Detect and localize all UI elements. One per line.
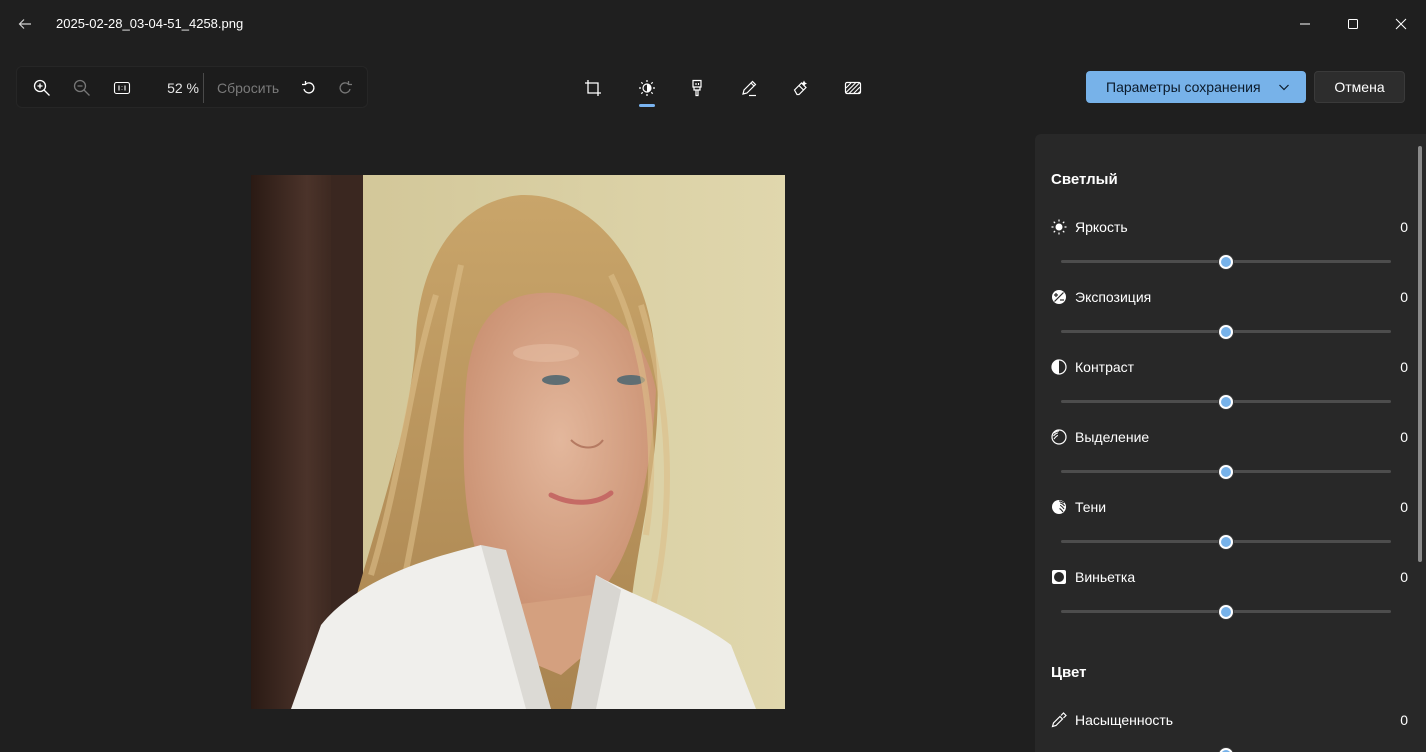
brightness-label: Яркость [1075, 219, 1128, 235]
vignette-value: 0 [1400, 569, 1408, 585]
minimize-button[interactable] [1282, 8, 1328, 40]
edited-photo [251, 175, 785, 709]
saturation-icon [1051, 712, 1067, 728]
undo-icon [302, 81, 315, 94]
save-options-button[interactable]: Параметры сохранения [1086, 71, 1306, 103]
maximize-button[interactable] [1330, 8, 1376, 40]
background-blur-icon [844, 81, 862, 95]
vignette-icon [1052, 570, 1066, 584]
active-tool-indicator [639, 104, 655, 107]
shadows-icon [1052, 500, 1066, 514]
filter-icon [692, 79, 702, 97]
zoom-out-button[interactable] [67, 74, 97, 102]
erase-tool[interactable] [783, 72, 819, 104]
brightness-icon [1051, 219, 1067, 235]
background-tool[interactable] [835, 72, 871, 104]
cancel-button[interactable]: Отмена [1314, 71, 1405, 103]
undo-button[interactable] [293, 74, 323, 102]
exposure-label: Экспозиция [1075, 289, 1152, 305]
shadows-value: 0 [1400, 499, 1408, 515]
saturation-value: 0 [1400, 712, 1408, 728]
adjust-brightness-icon [639, 80, 655, 96]
shadows-slider-thumb[interactable] [1218, 534, 1234, 550]
chevron-down-icon [1279, 84, 1289, 91]
photo-portrait-image [251, 175, 785, 709]
back-button[interactable] [10, 10, 40, 38]
saturation-label: Насыщенность [1075, 712, 1174, 728]
contrast-icon [1051, 359, 1067, 375]
adjust-tool[interactable] [629, 72, 665, 104]
contrast-value: 0 [1400, 359, 1408, 375]
highlights-value: 0 [1400, 429, 1408, 445]
zoom-level: 52 % [167, 80, 199, 96]
crop-icon [585, 80, 601, 96]
color-section-title: Цвет [1051, 664, 1087, 681]
zoom-in-icon [33, 79, 50, 96]
redo-button[interactable] [331, 74, 361, 102]
adjustments-panel: Светлый Яркость 0 Экспозиция 0 Контраст … [1035, 134, 1426, 752]
actual-size-icon [113, 81, 131, 95]
zoom-toolbar: 52 % Сбросить [16, 66, 368, 108]
close-icon [1395, 18, 1407, 30]
save-options-label: Параметры сохранения [1106, 79, 1261, 95]
highlights-icon [1051, 429, 1067, 445]
light-section-title: Светлый [1051, 171, 1118, 188]
eraser-icon [793, 80, 807, 96]
arrow-left-icon [18, 19, 31, 29]
crop-tool[interactable] [575, 72, 611, 104]
highlights-slider-thumb[interactable] [1218, 464, 1234, 480]
title-bar: 2025-02-28_03-04-51_4258.png [0, 0, 1426, 48]
saturation-slider-thumb[interactable] [1218, 747, 1234, 752]
toolbar-divider [203, 73, 204, 103]
markup-tool[interactable] [731, 72, 767, 104]
shadows-label: Тени [1075, 499, 1107, 515]
file-name: 2025-02-28_03-04-51_4258.png [56, 16, 244, 31]
highlights-label: Выделение [1075, 429, 1150, 445]
zoom-in-button[interactable] [27, 74, 57, 102]
contrast-label: Контраст [1075, 359, 1135, 375]
redo-icon [339, 81, 352, 94]
minimize-icon [1300, 23, 1310, 25]
vignette-label: Виньетка [1075, 569, 1136, 585]
pen-icon [742, 80, 757, 97]
brightness-slider-thumb[interactable] [1218, 254, 1234, 270]
panel-scrollbar[interactable] [1418, 146, 1422, 562]
maximize-icon [1348, 19, 1358, 29]
close-button[interactable] [1378, 8, 1424, 40]
exposure-slider-thumb[interactable] [1218, 324, 1234, 340]
actual-size-button[interactable] [107, 74, 137, 102]
contrast-slider-thumb[interactable] [1218, 394, 1234, 410]
zoom-out-icon [73, 79, 90, 96]
filter-tool[interactable] [679, 72, 715, 104]
exposure-icon [1052, 290, 1066, 304]
brightness-value: 0 [1400, 219, 1408, 235]
exposure-value: 0 [1400, 289, 1408, 305]
vignette-slider-thumb[interactable] [1218, 604, 1234, 620]
reset-button[interactable]: Сбросить [217, 80, 279, 96]
